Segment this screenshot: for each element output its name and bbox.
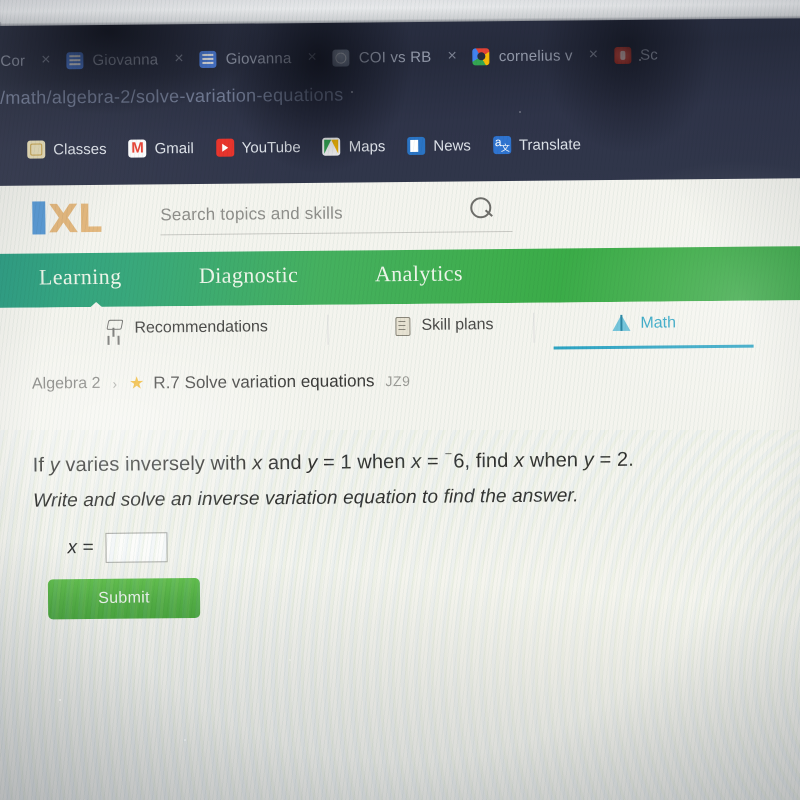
tab-close-icon[interactable]: × <box>41 51 51 69</box>
bookmark-item-maps[interactable]: Maps <box>322 137 386 156</box>
google-icon <box>472 47 490 65</box>
tab-close-icon[interactable]: × <box>307 49 317 67</box>
tab-close-icon[interactable]: × <box>589 46 599 64</box>
tab-label: Recommendations <box>134 318 268 337</box>
primary-nav: Learning Diagnostic Analytics <box>0 246 800 311</box>
classroom-icon <box>27 140 46 159</box>
answer-label: x = <box>67 536 94 559</box>
negative-sign: ⁻ <box>444 448 453 466</box>
q-text: If <box>32 454 50 477</box>
bookmark-label: Gmail <box>154 139 194 157</box>
bookmark-label: Classes <box>53 140 107 158</box>
bookmark-item-youtube[interactable]: YouTube <box>215 138 301 157</box>
bookmark-item[interactable] <box>0 141 5 159</box>
logo-i-bar <box>32 201 46 235</box>
globe-icon <box>332 49 350 67</box>
tab-title: cornelius v <box>498 46 573 65</box>
nav-item-diagnostic[interactable]: Diagnostic <box>199 262 299 289</box>
q-text: and <box>262 451 308 475</box>
bookmarks-bar: Classes Gmail YouTube Maps News Translat… <box>0 126 603 168</box>
tab-skill-plans[interactable]: Skill plans <box>392 315 493 336</box>
skill-code: JZ9 <box>385 372 411 390</box>
google-docs-icon <box>66 51 84 69</box>
star-icon[interactable]: ★ <box>129 373 144 393</box>
logo-xl-text: XL <box>48 196 102 243</box>
translate-icon <box>492 135 511 155</box>
browser-tab-active[interactable]: cornelius v <box>472 38 573 73</box>
ixl-logo[interactable]: XL <box>30 197 140 242</box>
google-docs-icon <box>199 50 217 68</box>
tab-title: COI vs RB <box>358 48 432 66</box>
bookmark-item-classes[interactable]: Classes <box>27 140 107 159</box>
search-icon[interactable] <box>470 197 496 223</box>
secondary-nav: Recommendations Skill plans Math <box>0 300 800 358</box>
nav-divider <box>533 312 535 343</box>
tab-label: Math <box>640 314 677 332</box>
q-text: = 2. <box>593 448 634 472</box>
browser-tab[interactable]: Sc <box>613 38 659 72</box>
browser-tab[interactable]: Giovanna <box>199 41 292 76</box>
bookmark-item-translate[interactable]: Translate <box>492 135 581 155</box>
bookmark-label: Maps <box>348 137 386 156</box>
tab-recommendations[interactable]: Recommendations <box>105 317 268 339</box>
bookmark-label: News <box>433 136 471 155</box>
tab-title: Cor <box>0 52 26 70</box>
answer-input[interactable] <box>105 532 168 563</box>
answer-row: x = <box>67 532 168 563</box>
math-pyramid-icon <box>611 314 631 334</box>
q-text: = 1 when <box>317 450 412 474</box>
question-line-2: Write and solve an inverse variation equ… <box>32 485 579 512</box>
url-text: m/math/algebra-2/solve-variation-equatio… <box>0 84 344 109</box>
news-icon <box>407 136 426 155</box>
youtube-icon <box>215 138 234 157</box>
maps-icon <box>322 137 341 156</box>
tab-active-underline <box>553 344 754 350</box>
tab-title: Sc <box>639 46 659 64</box>
tab-title: Giovanna <box>225 49 292 68</box>
search-input[interactable]: Search topics and skills <box>160 196 513 236</box>
nav-item-learning[interactable]: Learning <box>39 264 122 291</box>
browser-tab[interactable]: COI vs RB <box>332 40 432 75</box>
screenshot-root: Cor × Giovanna × Giovanna × COI vs RB × … <box>0 0 800 800</box>
breadcrumb-subject[interactable]: Algebra 2 <box>32 375 101 394</box>
q-var-x: x <box>411 450 422 473</box>
browser-tab[interactable]: Giovanna <box>66 42 158 77</box>
q-text: 6, find <box>453 449 515 473</box>
q-var-x: x <box>252 452 263 475</box>
q-text: = <box>421 450 445 473</box>
nav-divider <box>327 314 329 345</box>
tab-title: Giovanna <box>92 50 159 69</box>
skill-title: R.7 Solve variation equations <box>153 371 375 393</box>
search-placeholder: Search topics and skills <box>160 203 343 225</box>
browser-tab-strip: Cor × Giovanna × Giovanna × COI vs RB × … <box>0 34 658 82</box>
tab-label: Skill plans <box>421 316 494 334</box>
tab-close-icon[interactable]: × <box>174 50 184 68</box>
address-bar[interactable]: m/math/algebra-2/solve-variation-equatio… <box>0 83 545 122</box>
web-page: XL Search topics and skills Learning Dia… <box>0 172 800 800</box>
gmail-icon <box>128 139 147 158</box>
recommendations-icon <box>105 319 125 339</box>
q-var-x: x <box>514 449 525 472</box>
q-var-y: y <box>49 454 60 477</box>
bookmark-label: Translate <box>518 135 581 154</box>
breadcrumb-separator-icon: › <box>112 375 118 392</box>
breadcrumb: Algebra 2 › ★ R.7 Solve variation equati… <box>32 371 411 395</box>
nav-item-analytics[interactable]: Analytics <box>375 260 463 287</box>
browser-tab[interactable]: Cor <box>0 44 25 78</box>
bookmark-item-gmail[interactable]: Gmail <box>128 139 194 158</box>
tab-close-icon[interactable]: × <box>447 48 457 66</box>
red-circle-icon <box>613 46 632 64</box>
submit-button[interactable]: Submit <box>47 577 201 620</box>
q-text: varies inversely with <box>59 452 253 477</box>
bookmark-item-news[interactable]: News <box>407 136 471 155</box>
q-text: when <box>524 449 584 472</box>
skill-plans-icon <box>392 316 412 336</box>
q-var-y: y <box>583 449 594 472</box>
ixl-header: XL Search topics and skills <box>0 176 800 254</box>
browser-chrome: Cor × Giovanna × Giovanna × COI vs RB × … <box>0 14 800 186</box>
tab-math[interactable]: Math <box>611 313 676 334</box>
question-line-1: If y varies inversely with x and y = 1 w… <box>33 446 634 478</box>
q-var-y: y <box>307 451 318 474</box>
bookmark-label: YouTube <box>241 138 301 157</box>
